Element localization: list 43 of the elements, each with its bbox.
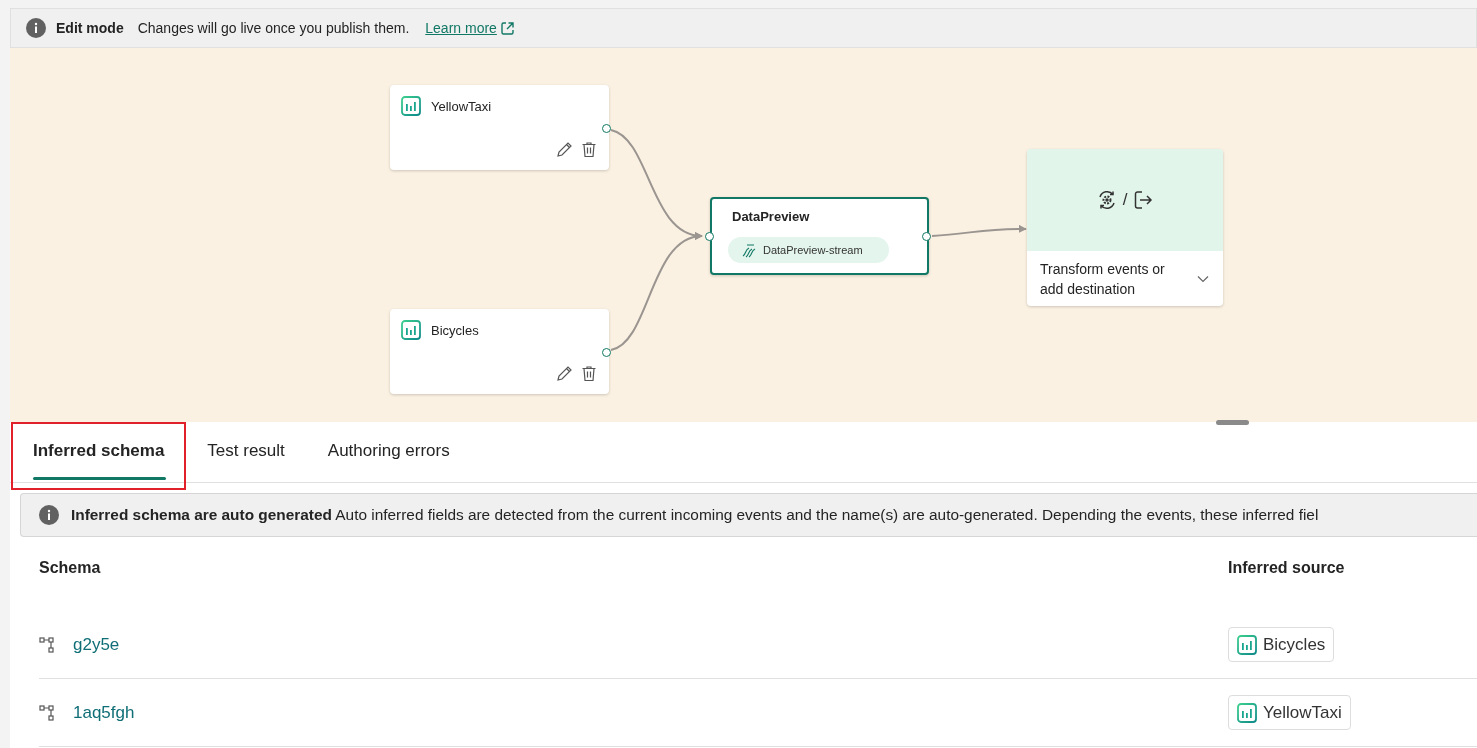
transform-icon[interactable]	[1096, 190, 1117, 210]
source-chip: YellowTaxi	[1228, 695, 1351, 730]
banner-title: Edit mode	[56, 20, 124, 36]
resize-handle[interactable]	[1216, 420, 1249, 425]
source-node[interactable]: Bicycles	[390, 309, 609, 394]
input-port[interactable]	[705, 232, 714, 241]
stream-badge: DataPreview-stream	[728, 237, 889, 263]
chart-icon	[401, 320, 421, 340]
schema-link[interactable]: 1aq5fgh	[73, 702, 135, 723]
destination-label: Transform events or add destination	[1040, 260, 1166, 299]
stream-icon	[741, 242, 757, 258]
column-header: Inferred source	[1228, 559, 1346, 577]
info-icon	[26, 18, 46, 38]
schema-link[interactable]: g2y5e	[73, 634, 120, 655]
chart-icon	[1237, 634, 1257, 655]
destination-node[interactable]: / Transform events or add destination	[1027, 149, 1223, 306]
edit-icon[interactable]	[556, 141, 573, 158]
info-icon	[39, 505, 59, 525]
info-message: Inferred schema are auto generated Auto inferred fields are detected from the current incoming events and the name(s) are auto-generated. Depending the events, these inferred fiel	[71, 506, 1319, 524]
chart-icon	[401, 96, 421, 116]
stream-node[interactable]: DataPreview DataPreview-stream	[710, 197, 929, 275]
stream-name: DataPreview	[732, 209, 810, 224]
tab[interactable]: Authoring errors	[305, 422, 472, 490]
source-name: YellowTaxi	[431, 98, 492, 114]
delete-icon[interactable]	[581, 365, 597, 382]
column-header: Schema	[39, 559, 102, 577]
tab[interactable]: Inferred schema	[11, 422, 187, 490]
source-name: Bicycles	[431, 322, 479, 338]
tab[interactable]: Test result	[185, 422, 307, 490]
banner-message: Changes will go live once you publish them.	[137, 20, 410, 36]
chevron-down-icon[interactable]	[1197, 275, 1209, 283]
output-port[interactable]	[922, 232, 931, 241]
learn-more-link[interactable]: Learn more	[425, 20, 515, 36]
output-port[interactable]	[602, 348, 611, 357]
separator-text: /	[1122, 190, 1128, 210]
delete-icon[interactable]	[581, 141, 597, 158]
chart-icon	[1237, 702, 1257, 723]
source-chip: Bicycles	[1228, 627, 1335, 662]
source-node[interactable]: YellowTaxi	[390, 85, 609, 170]
exit-icon[interactable]	[1133, 190, 1154, 210]
output-port[interactable]	[602, 124, 611, 133]
external-link-icon	[499, 20, 515, 36]
edit-icon[interactable]	[556, 365, 573, 382]
